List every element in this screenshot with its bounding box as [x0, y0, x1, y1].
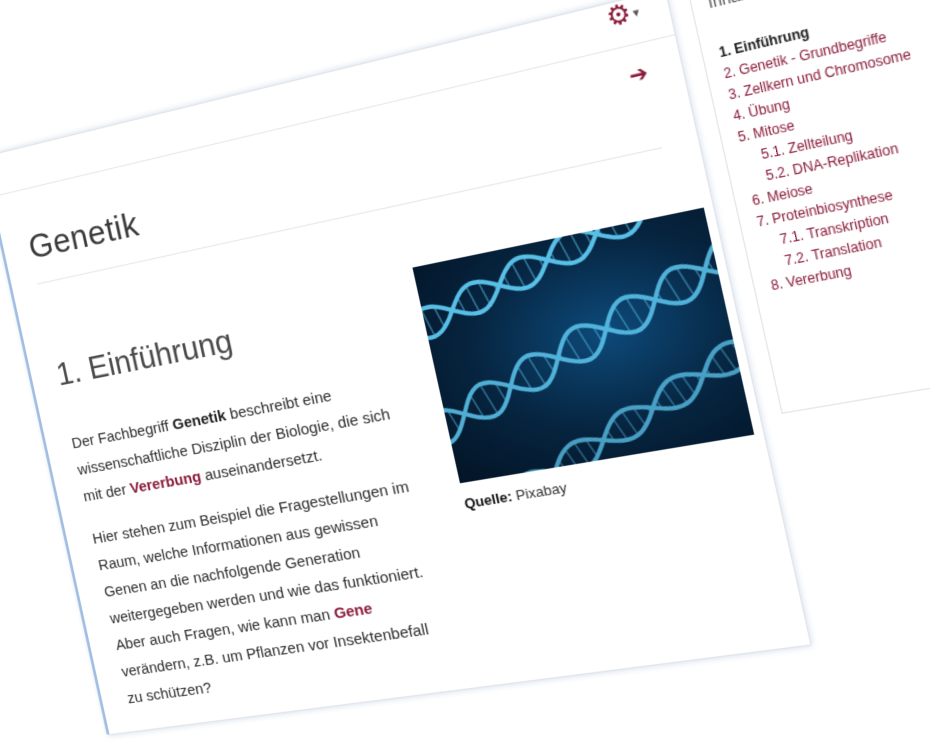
helix-strand-group: [412, 208, 744, 343]
dna-helix-graphic: [412, 208, 754, 484]
helix-rung: [664, 208, 679, 210]
helix-strand-group: [480, 326, 754, 483]
helix-rung: [412, 319, 421, 339]
helix-rung: [466, 284, 480, 314]
helix-rung: [569, 230, 583, 259]
helix-rung: [670, 377, 687, 405]
helix-rung: [745, 340, 752, 351]
book-page: ⚙▾ ➔ Genetik 1. Einführung Der Fachbegri…: [0, 0, 930, 684]
screenshot-scene: ⚙▾ ➔ Genetik 1. Einführung Der Fachbegri…: [0, 0, 930, 745]
caption-source: Pixabay: [510, 479, 568, 504]
helix-rung: [511, 261, 525, 290]
intro-paragraph-2: Hier stehen zum Beispiel die Fragestellu…: [90, 472, 457, 713]
helix-rung: [720, 344, 737, 372]
helix-rung: [621, 409, 638, 437]
chevron-down-icon: ▾: [631, 4, 640, 20]
section-heading: 1. Einführung: [53, 322, 236, 394]
arrow-right-icon: ➔: [627, 61, 651, 89]
helix-rung: [647, 208, 649, 209]
bold-term-genetik: Genetik: [171, 407, 228, 434]
helix-rung: [626, 295, 644, 329]
dna-double-helix-image: [412, 208, 754, 484]
helix-rung: [518, 478, 533, 483]
settings-menu-button[interactable]: ⚙▾: [603, 0, 642, 33]
helix-rung: [527, 354, 546, 388]
toc-title: Inhaltsverzeichnis: [706, 0, 839, 12]
glossary-link-vererbung[interactable]: Vererbung: [128, 468, 202, 497]
helix-strand-group: [412, 233, 754, 449]
helix-rung: [433, 411, 451, 445]
toc-list: 1. Einführung 2. Genetik - Grundbegriffe 3…: [717, 0, 930, 297]
intro-text: Der Fachbegriff Genetik beschreibt eine …: [69, 370, 460, 728]
gear-icon: ⚙: [603, 0, 634, 33]
main-content-card: ⚙▾ ➔ Genetik 1. Einführung Der Fachbegri…: [0, 0, 812, 735]
helix-rung: [613, 417, 628, 441]
helix-rung: [527, 472, 543, 484]
helix-rung: [421, 308, 435, 338]
helix-rung: [576, 325, 595, 359]
helix-rung: [676, 265, 694, 298]
helix-rung: [553, 472, 554, 474]
next-page-button[interactable]: ➔: [626, 59, 651, 91]
caption-label: Quelle:: [463, 488, 514, 512]
helix-rung: [565, 448, 580, 473]
image-caption: Quelle: Pixabay: [463, 479, 569, 511]
helix-backbone: [412, 208, 734, 335]
glossary-link-gene[interactable]: Gene: [332, 600, 374, 623]
helix-rung: [654, 208, 666, 213]
page-title: Genetik: [25, 205, 142, 268]
header-divider: [0, 34, 675, 197]
helix-backbone: [412, 208, 744, 343]
helix-rung: [480, 382, 498, 416]
helix-rung: [424, 422, 437, 446]
helix-rung: [616, 208, 631, 235]
helix-rung: [574, 441, 590, 468]
